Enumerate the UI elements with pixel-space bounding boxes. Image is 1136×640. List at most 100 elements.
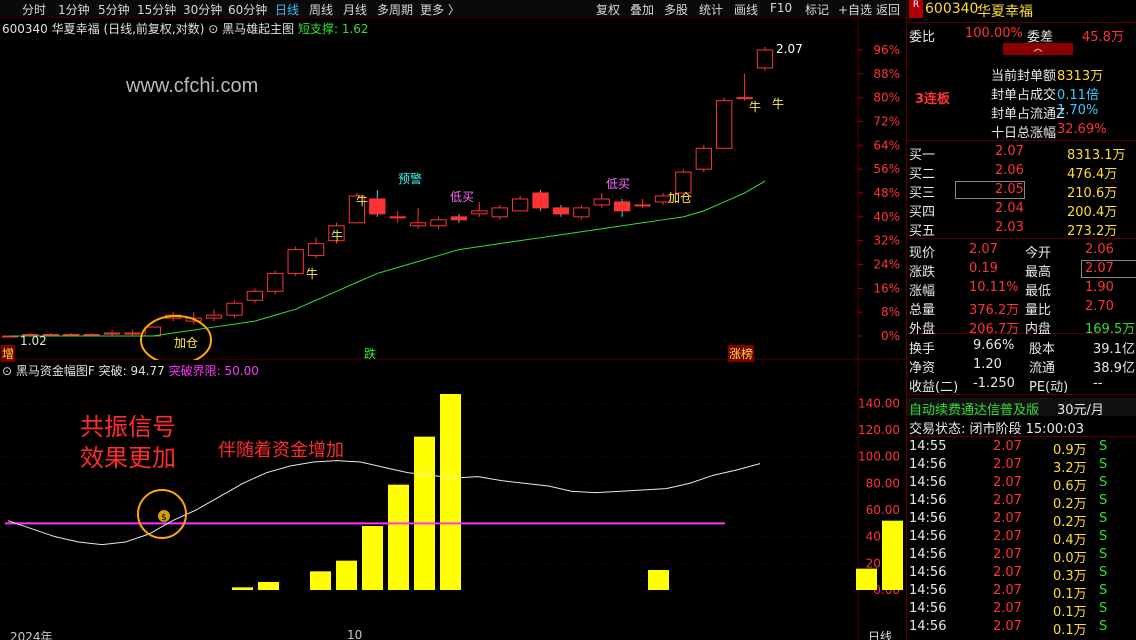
tick-side: S — [1099, 583, 1108, 598]
sub-y-tick-label: 120.00 — [858, 423, 900, 437]
stat2-value: 38.9亿 — [1093, 361, 1135, 376]
f10-button[interactable]: F10 — [770, 1, 792, 15]
stat-row: 总量 376.2万 量比 2.70 — [907, 298, 1136, 318]
main-indicator-name[interactable]: 黑马雄起主图 — [222, 22, 294, 36]
tick-side: S — [1099, 475, 1108, 490]
tick-side: S — [1099, 565, 1108, 580]
candle-body — [593, 198, 610, 206]
bid-label: 买四 — [909, 205, 936, 220]
seal-row: 当前封单额 8313万 — [907, 64, 1136, 84]
sub-indicator-name[interactable]: 黑马资金幅图F — [16, 364, 95, 378]
statistics-button[interactable]: 统计 — [699, 1, 723, 18]
trade-status: 交易状态: 闭市阶段 15:00:03 — [909, 422, 1085, 437]
stat-value: 2.70 — [1085, 299, 1114, 314]
tab-daily[interactable]: 日线 — [275, 1, 299, 18]
tick-price: 2.07 — [993, 439, 1022, 454]
back-button[interactable]: 返回 — [876, 1, 900, 18]
stat-label: 内盘 — [1025, 322, 1052, 337]
tick-time: 14:55 — [909, 439, 947, 454]
bid-volume: 273.2万 — [1067, 224, 1118, 239]
tick-price: 2.07 — [993, 547, 1022, 562]
tab-15min[interactable]: 15分钟 — [137, 1, 176, 18]
high-price-label: 2.07 — [776, 42, 803, 56]
tab-1min[interactable]: 1分钟 — [58, 1, 90, 18]
bid-volume: 210.6万 — [1067, 186, 1118, 201]
trade-status-row: 交易状态: 闭市阶段 15:00:03 — [907, 417, 1136, 437]
rights-badge: R — [909, 0, 923, 18]
trade-tick-row: 14:56 2.07 0.2万 S — [907, 492, 1136, 512]
stat-row: 现价 2.07 今开 2.06 — [907, 241, 1136, 261]
y-tick-label: 0% — [881, 329, 900, 343]
stat2-label: 换手 — [909, 342, 936, 357]
tab-fenshi[interactable]: 分时 — [22, 1, 46, 18]
candle-body — [369, 198, 386, 215]
tick-side: S — [1099, 529, 1108, 544]
weicha-value: 45.8万 — [1082, 30, 1124, 45]
bid-row: 买五 2.03 273.2万 — [907, 219, 1136, 239]
capital-bar — [414, 436, 435, 590]
tab-30min[interactable]: 30分钟 — [183, 1, 222, 18]
tag-jiacang-2: 加仓 — [668, 191, 693, 205]
tag-niu-1: 牛 — [356, 194, 369, 208]
tab-multi-period[interactable]: 多周期 — [377, 1, 413, 18]
bid-volume: 8313.1万 — [1067, 148, 1126, 163]
add-watchlist-button[interactable]: +自选 — [838, 1, 872, 18]
capital-bar — [882, 520, 903, 590]
candle-body — [144, 326, 161, 337]
mark-button[interactable]: 标记 — [805, 1, 829, 18]
capital-bar — [856, 568, 877, 590]
tab-more[interactable]: 更多 〉 — [420, 1, 460, 18]
promo-text[interactable]: 自动续费通达信普及版 — [909, 399, 1039, 418]
tick-time: 14:56 — [909, 475, 947, 490]
resonance-annotation-line1: 共振信号 — [80, 413, 176, 441]
stat2-label: 收益(二) — [909, 380, 959, 395]
stat-label: 量比 — [1025, 303, 1052, 318]
axis-period-label[interactable]: 日线 — [868, 628, 892, 640]
trade-tick-row: 14:56 2.07 0.6万 S — [907, 474, 1136, 494]
candle-body — [695, 147, 712, 170]
seal-label: 十日总涨幅 — [991, 126, 1057, 141]
axis-year-label: 2024年 — [10, 630, 53, 640]
promo-price[interactable]: 30元/月 — [1057, 399, 1104, 418]
stat2-label: 流通 — [1029, 361, 1056, 376]
tick-time: 14:56 — [909, 547, 947, 562]
capital-bar — [648, 570, 669, 590]
stat-row: 涨幅 10.11% 最低 1.90 — [907, 279, 1136, 299]
stat-label: 外盘 — [909, 322, 936, 337]
capital-bar — [362, 526, 383, 590]
candle-body — [511, 198, 529, 212]
overlay-button[interactable]: 叠加 — [630, 1, 654, 18]
tick-price: 2.07 — [993, 619, 1022, 634]
candle-body — [430, 219, 447, 227]
seal-value: 8313万 — [1057, 69, 1104, 84]
sub-indicator-toggle-icon[interactable]: ⊙ — [2, 364, 16, 378]
tick-time: 14:56 — [909, 457, 947, 472]
draw-line-button[interactable]: 画线 — [734, 1, 758, 18]
tag-niu-3: 牛 — [306, 267, 319, 281]
multi-stock-button[interactable]: 多股 — [664, 1, 688, 18]
capital-indicator-chart[interactable]: 140.00120.00100.0080.0060.0040.0020.000.… — [0, 360, 905, 640]
indicator-toggle-icon[interactable]: ⊙ — [208, 22, 222, 36]
tick-side: S — [1099, 619, 1108, 634]
y-tick-label: 32% — [873, 234, 900, 248]
y-tick-label: 24% — [873, 258, 900, 272]
stat-row: 涨跌 0.19 最高 2.07 — [907, 260, 1136, 280]
tab-60min[interactable]: 60分钟 — [228, 1, 267, 18]
fuquan-button[interactable]: 复权 — [596, 1, 620, 18]
stat2-label: PE(动) — [1029, 380, 1069, 395]
collapse-chevron-icon[interactable]: ︿ — [1003, 43, 1073, 55]
tab-5min[interactable]: 5分钟 — [98, 1, 130, 18]
tab-monthly[interactable]: 月线 — [343, 1, 367, 18]
candle-body — [205, 314, 223, 319]
tick-price: 2.07 — [993, 457, 1022, 472]
tag-dimai-1: 低买 — [450, 190, 475, 204]
seal-label: 封单占流通Z — [991, 107, 1065, 122]
stat-label: 涨幅 — [909, 284, 936, 299]
tab-weekly[interactable]: 周线 — [309, 1, 333, 18]
watermark: www.cfchi.com — [126, 75, 259, 97]
bid-row: 买三 2.05 210.6万 — [907, 181, 1136, 201]
promo-row[interactable]: 自动续费通达信普及版 30元/月 — [907, 398, 1136, 418]
bid-label: 买一 — [909, 148, 936, 163]
candle-body — [634, 204, 651, 207]
sub-y-tick-label: 80.00 — [866, 476, 900, 490]
